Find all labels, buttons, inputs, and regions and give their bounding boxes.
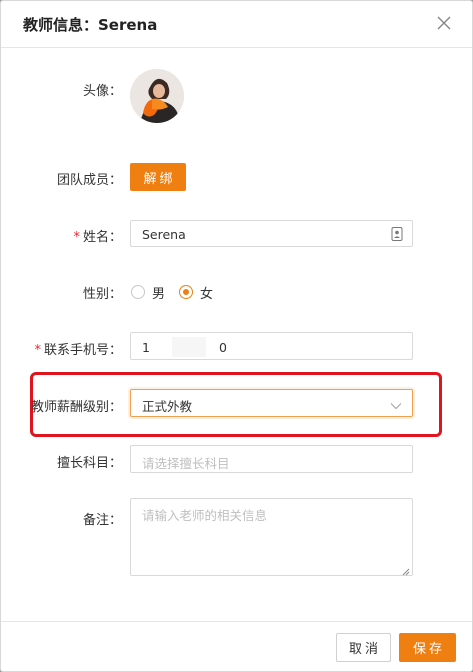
- name-field[interactable]: Serena: [130, 220, 413, 247]
- close-icon[interactable]: [436, 15, 452, 31]
- gender-male-label: 男: [152, 287, 166, 302]
- subject-placeholder: 请选择擅长科目: [142, 456, 230, 471]
- dialog-footer: 取消 保存: [1, 621, 472, 672]
- subject-select[interactable]: 请选择擅长科目: [130, 445, 413, 473]
- gender-female-label: 女: [200, 287, 214, 302]
- phone-value-end: 0: [219, 340, 227, 355]
- gender-male-radio[interactable]: [131, 285, 145, 299]
- name-label-text: 姓名：: [82, 230, 122, 245]
- required-mark: *: [34, 343, 41, 358]
- salary-level-label: 教师薪酬级别：: [30, 400, 122, 415]
- chevron-down-icon: [390, 399, 402, 410]
- teacher-info-dialog: 教师信息：Serena 头像： 团队成员： 解绑 * 姓名： Serena 性别…: [0, 0, 473, 672]
- salary-level-select[interactable]: 正式外教: [130, 389, 413, 417]
- salary-level-value: 正式外教: [142, 399, 193, 414]
- dialog-header: 教师信息：Serena: [1, 1, 472, 48]
- save-button[interactable]: 保存: [399, 633, 456, 662]
- gender-female-radio[interactable]: [179, 285, 193, 299]
- remark-textarea[interactable]: 请输入老师的相关信息: [130, 498, 413, 576]
- unbind-button[interactable]: 解绑: [130, 163, 186, 191]
- phone-label-text: 联系手机号：: [43, 343, 122, 358]
- name-label: * 姓名：: [73, 226, 122, 245]
- gender-label: 性别：: [82, 287, 122, 302]
- contact-card-icon[interactable]: [391, 227, 403, 241]
- resize-handle-icon[interactable]: [402, 565, 410, 576]
- dialog-title: 教师信息：Serena: [23, 16, 158, 34]
- phone-redaction: [172, 337, 206, 357]
- remark-label: 备注：: [82, 513, 122, 528]
- required-mark: *: [73, 230, 80, 245]
- phone-value-start: 1: [142, 340, 150, 355]
- subject-label: 擅长科目：: [56, 456, 122, 471]
- remark-placeholder: 请输入老师的相关信息: [142, 508, 268, 523]
- phone-label: * 联系手机号：: [34, 339, 122, 358]
- name-value: Serena: [142, 227, 186, 242]
- cancel-button[interactable]: 取消: [336, 633, 391, 662]
- avatar-label: 头像：: [82, 84, 122, 99]
- avatar: [130, 69, 184, 123]
- team-member-label: 团队成员：: [56, 173, 122, 188]
